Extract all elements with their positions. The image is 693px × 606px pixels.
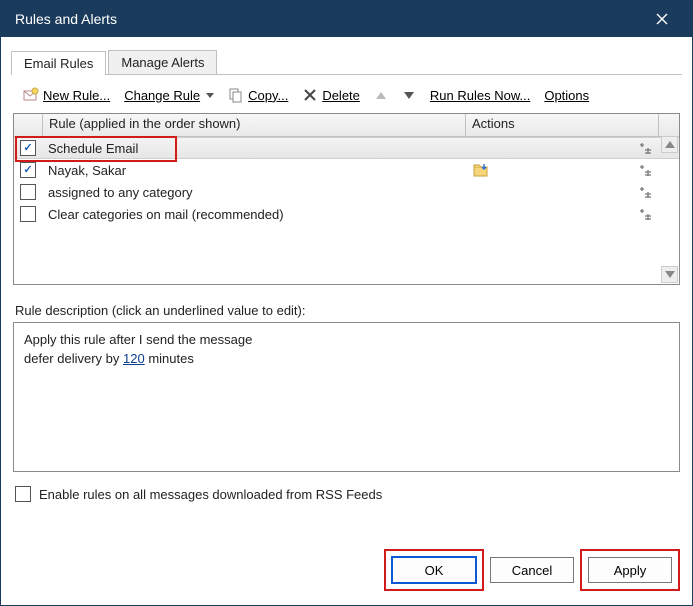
window-title: Rules and Alerts	[15, 11, 117, 27]
col-actions[interactable]: Actions	[466, 114, 659, 136]
rule-checkbox[interactable]	[20, 206, 36, 222]
arrow-up-icon	[376, 92, 386, 99]
rule-checkbox[interactable]	[20, 184, 36, 200]
titlebar: Rules and Alerts	[1, 1, 692, 37]
scroll-down-icon	[661, 266, 678, 283]
tab-email-rules[interactable]: Email Rules	[11, 51, 106, 75]
move-down-button[interactable]	[398, 90, 420, 101]
rule-name: assigned to any category	[48, 185, 193, 200]
options-button[interactable]: Options	[540, 86, 593, 105]
rules-header: Rule (applied in the order shown) Action…	[14, 114, 679, 137]
desc-line-1: Apply this rule after I send the message	[24, 331, 669, 350]
table-row[interactable]: assigned to any category	[14, 181, 679, 203]
description-label: Rule description (click an underlined va…	[15, 303, 680, 318]
ok-button[interactable]: OK	[392, 557, 476, 583]
rules-list: Rule (applied in the order shown) Action…	[13, 113, 680, 285]
gear-icon	[637, 140, 653, 156]
col-rule[interactable]: Rule (applied in the order shown)	[43, 114, 466, 136]
copy-button[interactable]: Copy...	[224, 85, 292, 105]
rss-label: Enable rules on all messages downloaded …	[39, 487, 382, 502]
close-button[interactable]	[642, 1, 682, 37]
delete-button[interactable]: Delete	[298, 85, 364, 105]
description-box: Apply this rule after I send the message…	[13, 322, 680, 472]
gear-icon	[637, 162, 653, 178]
gear-icon	[637, 206, 653, 222]
rules-and-alerts-dialog: Rules and Alerts Email Rules Manage Aler…	[0, 0, 693, 606]
cancel-button[interactable]: Cancel	[490, 557, 574, 583]
defer-minutes-link[interactable]: 120	[123, 351, 145, 366]
new-rule-icon	[23, 87, 39, 103]
gear-icon	[637, 184, 653, 200]
delete-icon	[302, 87, 318, 103]
rule-name: Schedule Email	[48, 141, 138, 156]
scrollbar[interactable]	[661, 136, 678, 283]
tab-strip: Email Rules Manage Alerts	[11, 49, 682, 75]
table-row[interactable]: ✓ Schedule Email	[14, 137, 679, 159]
tab-manage-alerts[interactable]: Manage Alerts	[108, 50, 217, 75]
run-rules-button[interactable]: Run Rules Now...	[426, 86, 534, 105]
rule-name: Clear categories on mail (recommended)	[48, 207, 284, 222]
desc-line-2: defer delivery by 120 minutes	[24, 350, 669, 369]
rule-name: Nayak, Sakar	[48, 163, 126, 178]
change-rule-button[interactable]: Change Rule	[120, 86, 218, 105]
toolbar: New Rule... Change Rule Copy... Delete	[11, 75, 682, 113]
copy-icon	[228, 87, 244, 103]
table-row[interactable]: ✓ Nayak, Sakar	[14, 159, 679, 181]
folder-icon	[473, 163, 489, 177]
rss-checkbox[interactable]	[15, 486, 31, 502]
dialog-body: Email Rules Manage Alerts New Rule... Ch…	[1, 37, 692, 605]
rss-option[interactable]: Enable rules on all messages downloaded …	[15, 486, 680, 502]
new-rule-button[interactable]: New Rule...	[19, 85, 114, 105]
rules-rows: ✓ Schedule Email ✓ Nayak, Sakar assigned to …	[14, 137, 679, 284]
close-icon	[655, 12, 669, 26]
chevron-down-icon	[206, 93, 214, 98]
rule-checkbox[interactable]: ✓	[20, 162, 36, 178]
footer: OK Cancel Apply	[11, 557, 682, 595]
scroll-up-icon	[661, 136, 678, 153]
move-up-button[interactable]	[370, 90, 392, 101]
rule-checkbox[interactable]: ✓	[20, 140, 36, 156]
arrow-down-icon	[404, 92, 414, 99]
apply-button[interactable]: Apply	[588, 557, 672, 583]
table-row[interactable]: Clear categories on mail (recommended)	[14, 203, 679, 225]
